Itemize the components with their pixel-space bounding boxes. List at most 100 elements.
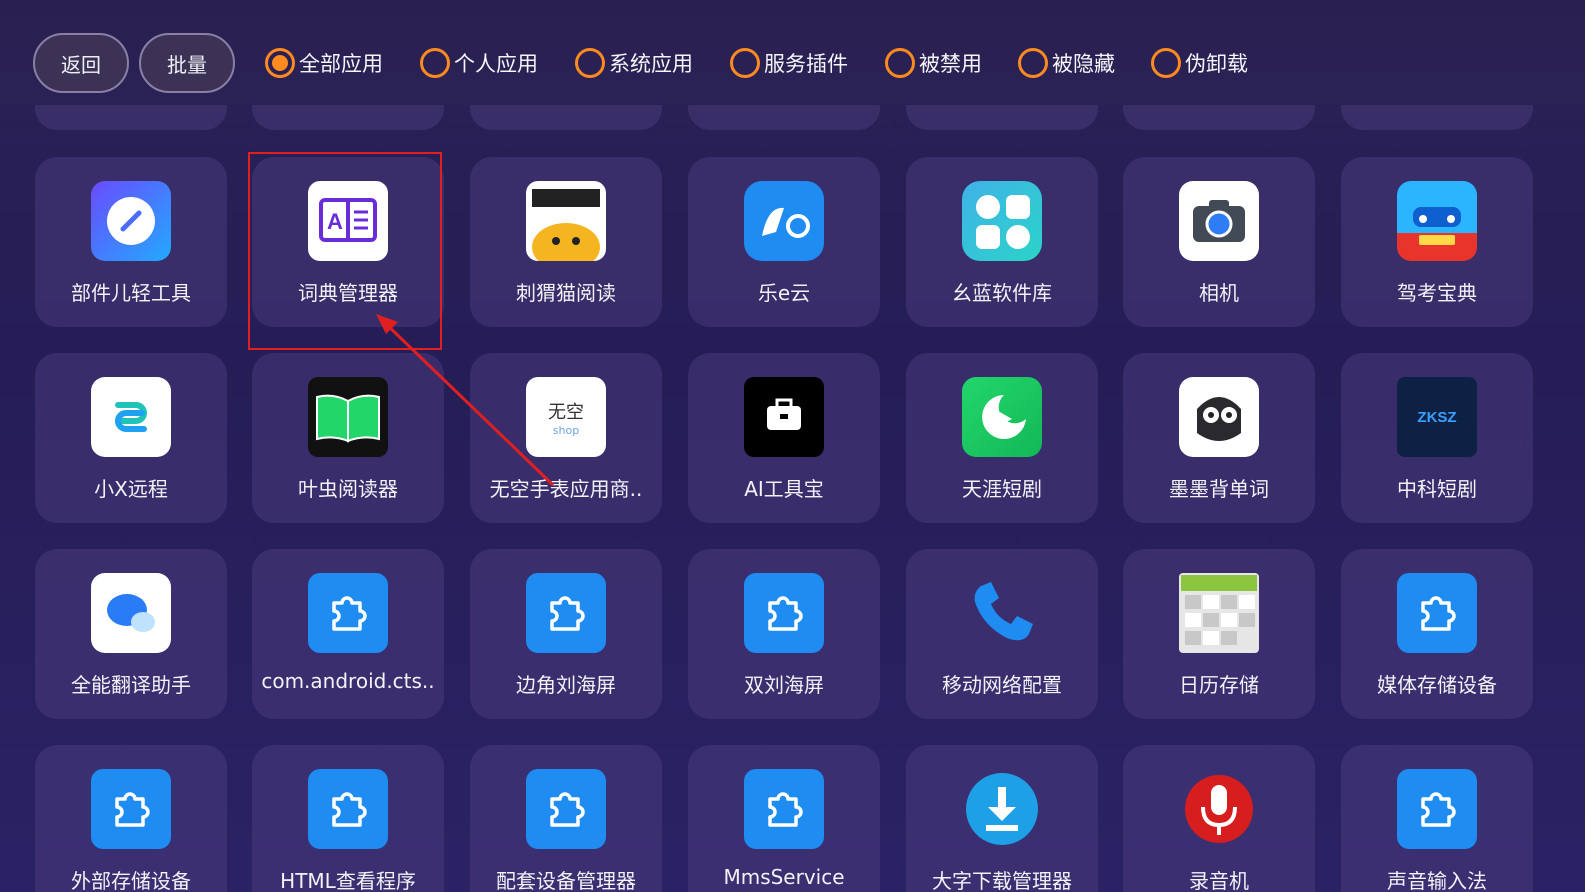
remote-link-icon — [91, 377, 171, 457]
app-label: 录音机 — [1189, 869, 1249, 892]
radio-icon — [420, 48, 450, 78]
app-label: 天涯短剧 — [962, 477, 1042, 501]
app-label: 刺猬猫阅读 — [516, 281, 616, 305]
microphone-icon — [1179, 769, 1259, 849]
app-card[interactable]: 相机 — [1123, 157, 1315, 327]
filter-pseudo-uninstalled[interactable]: 伪卸载 — [1151, 45, 1248, 81]
app-label: 墨墨背单词 — [1169, 477, 1269, 501]
app-label: 乐e云 — [757, 281, 811, 305]
app-label: 部件儿轻工具 — [71, 281, 191, 305]
app-label: 大字下载管理器 — [932, 869, 1072, 892]
filter-all[interactable]: 全部应用 — [265, 45, 383, 81]
app-label: AI工具宝 — [744, 477, 824, 501]
puzzle-icon — [1397, 573, 1477, 653]
app-card[interactable]: 大字下载管理器 — [906, 745, 1098, 892]
app-card[interactable]: 声音输入法 — [1341, 745, 1533, 892]
app-label: 无空手表应用商.. — [489, 477, 643, 501]
app-card[interactable]: 移动网络配置 — [906, 549, 1098, 719]
app-card[interactable]: A 词典管理器 — [252, 157, 444, 327]
app-card[interactable]: com.android.cts.. — [252, 549, 444, 719]
app-card[interactable]: AI工具宝 — [688, 353, 880, 523]
app-label: 叶虫阅读器 — [298, 477, 398, 501]
app-card[interactable]: 配套设备管理器 — [470, 745, 662, 892]
app-card[interactable]: 日历存储 — [1123, 549, 1315, 719]
puzzle-icon — [91, 769, 171, 849]
chat-bubble-icon — [91, 573, 171, 653]
app-label: 外部存储设备 — [71, 869, 191, 892]
app-card[interactable]: 全能翻译助手 — [35, 549, 227, 719]
app-card[interactable]: 部件儿轻工具 — [35, 157, 227, 327]
app-card[interactable]: 小X远程 — [35, 353, 227, 523]
wukong-shop-icon: 无空 shop — [526, 377, 606, 457]
app-card[interactable]: 刺猬猫阅读 — [470, 157, 662, 327]
app-label: 配套设备管理器 — [496, 869, 636, 892]
filter-label: 伪卸载 — [1185, 52, 1248, 76]
app-label: 相机 — [1199, 281, 1239, 305]
camera-icon — [1179, 181, 1259, 261]
app-card[interactable]: 外部存储设备 — [35, 745, 227, 892]
filter-label: 被禁用 — [919, 52, 982, 76]
app-card[interactable]: 幺蓝软件库 — [906, 157, 1098, 327]
puzzle-icon — [308, 573, 388, 653]
radio-icon — [885, 48, 915, 78]
app-label: 移动网络配置 — [942, 673, 1062, 697]
puzzle-icon — [526, 573, 606, 653]
filter-service-plugins[interactable]: 服务插件 — [730, 45, 848, 81]
radio-icon — [1151, 48, 1181, 78]
app-label: MmsService — [723, 865, 845, 889]
app-label: HTML查看程序 — [280, 869, 416, 892]
filter-label: 服务插件 — [764, 52, 848, 76]
app-card[interactable]: 驾考宝典 — [1341, 157, 1533, 327]
radio-icon — [730, 48, 760, 78]
cloud-le-icon — [744, 181, 824, 261]
app-card[interactable]: 乐e云 — [688, 157, 880, 327]
owl-icon — [1179, 377, 1259, 457]
compass-icon — [91, 181, 171, 261]
back-button[interactable]: 返回 — [33, 33, 129, 93]
filter-label: 系统应用 — [609, 52, 693, 76]
app-card[interactable]: 无空 shop 无空手表应用商.. — [470, 353, 662, 523]
app-card[interactable]: 双刘海屏 — [688, 549, 880, 719]
open-book-icon — [308, 377, 388, 457]
puzzle-icon — [308, 769, 388, 849]
batch-button[interactable]: 批量 — [139, 33, 235, 93]
download-icon — [962, 769, 1042, 849]
app-label: 幺蓝软件库 — [952, 281, 1052, 305]
radio-selected-icon — [265, 48, 295, 78]
filter-label: 被隐藏 — [1052, 52, 1115, 76]
app-label: 全能翻译助手 — [71, 673, 191, 697]
wukong-shop-icon-text: 无空 — [548, 401, 584, 423]
filter-hidden[interactable]: 被隐藏 — [1018, 45, 1115, 81]
filter-label: 个人应用 — [454, 52, 538, 76]
app-card[interactable]: 天涯短剧 — [906, 353, 1098, 523]
app-card[interactable]: ZKSZ 中科短剧 — [1341, 353, 1533, 523]
svg-text:A: A — [327, 209, 343, 234]
app-card[interactable]: 墨墨背单词 — [1123, 353, 1315, 523]
app-card[interactable]: MmsService — [688, 745, 880, 892]
dictionary-icon: A — [308, 181, 388, 261]
app-card[interactable]: 媒体存储设备 — [1341, 549, 1533, 719]
app-label: 词典管理器 — [298, 281, 398, 305]
app-label: 日历存储 — [1179, 673, 1259, 697]
toolbox-icon — [744, 377, 824, 457]
app-card[interactable]: HTML查看程序 — [252, 745, 444, 892]
radio-icon — [1018, 48, 1048, 78]
calendar-icon — [1179, 573, 1259, 653]
app-card[interactable]: 叶虫阅读器 — [252, 353, 444, 523]
app-label: 小X远程 — [94, 477, 168, 501]
top-toolbar: 返回 批量 全部应用 个人应用 系统应用 服务插件 被禁用 被隐藏 伪卸载 — [0, 0, 1585, 105]
puzzle-icon — [1397, 769, 1477, 849]
puzzle-icon — [744, 769, 824, 849]
app-label: com.android.cts.. — [261, 669, 435, 693]
app-label: 媒体存储设备 — [1377, 673, 1497, 697]
filter-system[interactable]: 系统应用 — [575, 45, 693, 81]
app-card[interactable]: 边角刘海屏 — [470, 549, 662, 719]
puzzle-icon — [526, 769, 606, 849]
play-moon-icon — [962, 377, 1042, 457]
app-label: 中科短剧 — [1397, 477, 1477, 501]
filter-personal[interactable]: 个人应用 — [420, 45, 538, 81]
puzzle-icon — [744, 573, 824, 653]
app-card[interactable]: 录音机 — [1123, 745, 1315, 892]
filter-disabled[interactable]: 被禁用 — [885, 45, 982, 81]
zksz-icon-text: ZKSZ — [1417, 408, 1457, 426]
